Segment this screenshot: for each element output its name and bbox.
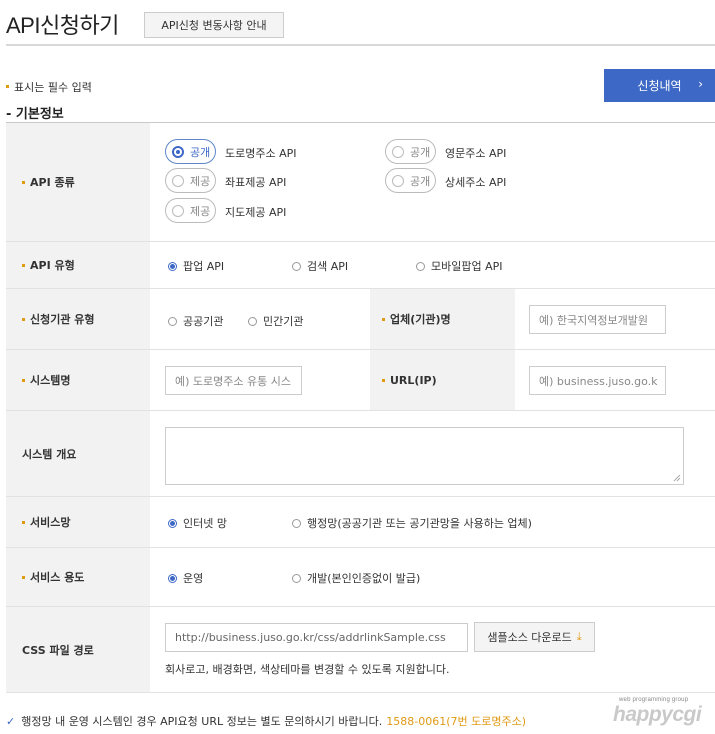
row-org-type: 신청기관 유형 공공기관 민간기관 업체(기관)명 예) 한국지역정보개발원 <box>6 289 715 350</box>
radio-icon <box>248 316 257 326</box>
required-dot-icon <box>22 520 25 524</box>
system-name-input[interactable]: 예) 도로명주소 유통 시스 <box>165 366 302 395</box>
radio-icon <box>392 145 404 158</box>
api-kind-options: 공개 도로명주소 API 공개 영문주소 API 제공 좌표제공 API 공개 … <box>150 123 715 241</box>
required-dot-icon <box>22 317 25 321</box>
apply-history-button[interactable]: 신청내역 › <box>604 69 715 102</box>
api-kind-label-map: 지도제공 API <box>225 206 287 219</box>
service-use-label: 서비스 용도 <box>6 548 150 606</box>
page-title: API신청하기 <box>6 13 119 38</box>
api-type-label: API 유형 <box>6 242 150 288</box>
footer-note: ✓ 행정망 내 운영 시스템인 경우 API요청 URL 정보는 별도 문의하시… <box>6 713 526 729</box>
row-overview: 시스템 개요 <box>6 411 715 497</box>
download-icon: ⤓ <box>576 630 582 643</box>
radio-icon <box>168 316 177 326</box>
footer-text: 행정망 내 운영 시스템인 경우 API요청 URL 정보는 별도 문의하시기 … <box>21 715 383 728</box>
section-title-text: 기본정보 <box>15 107 64 122</box>
api-type-mobile-popup-radio[interactable]: 모바일팝업 API <box>416 258 503 274</box>
basic-info-form: API 종류 공개 도로명주소 API 공개 영문주소 API 제공 좌표제공 … <box>6 122 715 693</box>
required-dot-icon <box>382 317 385 321</box>
footer-phone: 1588-0061(7번 도로명주소) <box>386 715 527 728</box>
required-dot-icon <box>22 180 25 184</box>
api-kind-option-english-address[interactable]: 공개 <box>385 139 437 164</box>
api-kind-label-detail-address: 상세주소 API <box>445 176 507 189</box>
apply-history-label: 신청내역 <box>637 79 682 93</box>
org-type-public-radio[interactable]: 공공기관 <box>168 313 223 329</box>
org-type-label: 신청기관 유형 <box>6 289 150 349</box>
url-label: URL(IP) <box>370 350 515 410</box>
api-kind-option-coordinates[interactable]: 제공 <box>165 168 217 193</box>
system-name-label: 시스템명 <box>6 350 150 410</box>
radio-icon <box>292 518 301 528</box>
radio-icon <box>172 204 184 217</box>
radio-icon <box>172 174 184 187</box>
required-dot-icon <box>382 378 385 382</box>
radio-icon <box>292 573 301 583</box>
radio-icon <box>292 261 301 271</box>
api-kind-label-coordinates: 좌표제공 API <box>225 176 287 189</box>
service-use-production-radio[interactable]: 운영 <box>168 570 203 586</box>
api-type-search-radio[interactable]: 검색 API <box>292 258 348 274</box>
org-type-private-radio[interactable]: 민간기관 <box>248 313 303 329</box>
css-path-label: CSS 파일 경로 <box>6 607 150 692</box>
company-name-label: 업체(기관)명 <box>370 289 515 349</box>
radio-icon <box>168 573 177 583</box>
row-service-network: 서비스망 인터넷 망 행정망(공공기관 또는 공기관망을 사용하는 업체) <box>6 497 715 548</box>
chevron-right-icon: › <box>698 77 703 91</box>
happycgi-logo: web programming group happycgi <box>613 697 711 729</box>
service-network-internet-radio[interactable]: 인터넷 망 <box>168 515 227 531</box>
required-dot-icon <box>6 84 9 88</box>
sample-download-button[interactable]: 샘플소스 다운로드 ⤓ <box>474 622 595 652</box>
row-api-type: API 유형 팝업 API 검색 API 모바일팝업 API <box>6 242 715 289</box>
check-icon: ✓ <box>6 714 16 728</box>
row-service-use: 서비스 용도 운영 개발(본인인증없이 발급) <box>6 548 715 607</box>
api-kind-label-english-address: 영문주소 API <box>445 147 507 160</box>
row-system: 시스템명 예) 도로명주소 유통 시스 URL(IP) 예) business.… <box>6 350 715 411</box>
api-kind-option-detail-address[interactable]: 공개 <box>385 168 437 193</box>
radio-icon <box>168 518 177 528</box>
radio-icon <box>168 261 177 271</box>
css-path-helper: 회사로고, 배경화면, 색상테마를 변경할 수 있도록 지원합니다. <box>165 663 450 676</box>
api-change-notice-button[interactable]: API신청 변동사항 안내 <box>144 12 284 38</box>
service-network-label: 서비스망 <box>6 497 150 547</box>
row-css-path: CSS 파일 경로 http://business.juso.go.kr/css… <box>6 607 715 693</box>
required-dot-icon <box>22 575 25 579</box>
row-api-kind: API 종류 공개 도로명주소 API 공개 영문주소 API 제공 좌표제공 … <box>6 123 715 242</box>
service-network-admin-radio[interactable]: 행정망(공공기관 또는 공기관망을 사용하는 업체) <box>292 515 532 531</box>
logo-text: happycgi <box>613 703 702 726</box>
radio-icon <box>172 145 184 158</box>
service-use-development-radio[interactable]: 개발(본인인증없이 발급) <box>292 570 420 586</box>
required-note-text: 표시는 필수 입력 <box>14 81 92 94</box>
resize-grip-icon <box>673 474 681 482</box>
css-path-input[interactable]: http://business.juso.go.kr/css/addrlinkS… <box>165 623 468 652</box>
api-kind-option-road-address[interactable]: 공개 <box>165 139 217 164</box>
radio-icon <box>416 261 425 271</box>
required-dot-icon <box>22 378 25 382</box>
api-kind-label: API 종류 <box>6 123 150 241</box>
api-kind-label-road-address: 도로명주소 API <box>225 147 297 160</box>
company-name-input[interactable]: 예) 한국지역정보개발원 <box>529 305 666 334</box>
overview-label: 시스템 개요 <box>6 411 150 496</box>
title-divider <box>6 44 715 46</box>
url-input[interactable]: 예) business.juso.go.k <box>529 366 666 395</box>
section-title: - 기본정보 <box>6 107 64 122</box>
required-note: 표시는 필수 입력 <box>6 79 92 95</box>
required-dot-icon <box>22 263 25 267</box>
overview-textarea[interactable] <box>165 427 684 485</box>
api-kind-option-map[interactable]: 제공 <box>165 198 217 223</box>
api-type-popup-radio[interactable]: 팝업 API <box>168 258 224 274</box>
radio-icon <box>392 174 404 187</box>
